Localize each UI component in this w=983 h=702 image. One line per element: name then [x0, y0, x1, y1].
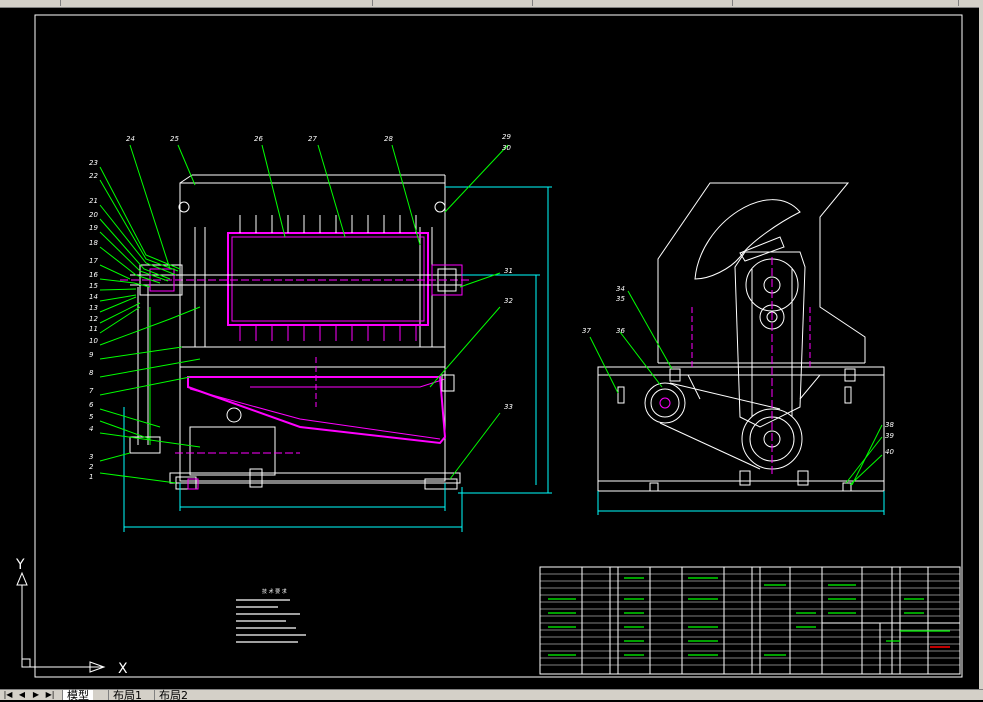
callout-label: 6: [89, 401, 94, 409]
callout-label: 2: [89, 463, 94, 471]
callout-label: 22: [89, 172, 98, 180]
parts-list-table: [539, 566, 961, 675]
front-callouts: 24 25 26 27 28 29 30 31 32 33 23 22 21 2…: [89, 133, 513, 481]
callout-label: 32: [504, 297, 513, 305]
callout-label: 21: [89, 197, 98, 205]
callout-label: 1: [89, 473, 93, 481]
callout-label: 20: [89, 211, 98, 219]
callout-label: 19: [89, 224, 98, 232]
front-view: [120, 174, 552, 532]
callout-label: 17: [89, 257, 98, 265]
toolbar-segment[interactable]: [732, 0, 959, 6]
callout-label: 10: [89, 337, 98, 345]
tech-requirements-title: 技 术 要 求: [262, 588, 287, 595]
drawing-border: [34, 14, 963, 678]
side-view: [597, 182, 885, 515]
drawing-canvas[interactable]: 24 25 26 27 28 29 30 31 32 33 23 22 21 2…: [0, 7, 979, 689]
callout-label: 16: [89, 271, 98, 279]
callout-label: 28: [384, 135, 393, 143]
toolbar-segment[interactable]: [0, 0, 61, 6]
motor-part: [189, 426, 276, 476]
callout-label: 13: [89, 304, 98, 312]
callout-label: 11: [89, 325, 98, 333]
callout-label: 8: [89, 369, 94, 377]
vertical-scrollbar[interactable]: [979, 7, 983, 690]
tech-requirements: 技 术 要 求: [236, 588, 306, 643]
callout-label: 35: [616, 295, 625, 303]
housing-outline: [179, 182, 446, 482]
callout-label: 33: [504, 403, 513, 411]
toolbar-segment[interactable]: [60, 0, 373, 6]
callout-label: 34: [616, 285, 625, 293]
drum-part: [227, 232, 429, 326]
callout-label: 38: [885, 421, 894, 429]
callout-label: 36: [616, 327, 625, 335]
callout-label: 18: [89, 239, 98, 247]
ucs-x-label: X: [118, 661, 128, 677]
ucs-y-label: Y: [15, 557, 25, 573]
toolbar-segment[interactable]: [372, 0, 533, 6]
callout-label: 12: [89, 315, 98, 323]
callout-label: 23: [89, 159, 98, 167]
callout-label: 15: [89, 282, 98, 290]
callout-label: 31: [504, 267, 513, 275]
layout-tab-bar: |◀ ◀ ▶ ▶| 模型 布局1 布局2: [0, 689, 983, 701]
callout-label: 27: [308, 135, 317, 143]
callout-label: 25: [170, 135, 179, 143]
callout-label: 29: [502, 133, 511, 141]
callout-label: 26: [254, 135, 263, 143]
callout-label: 40: [885, 448, 894, 456]
side-leaders: [589, 290, 883, 486]
front-leaders: [99, 144, 509, 484]
callout-label: 4: [89, 425, 93, 433]
callout-label: 37: [582, 327, 591, 335]
toolbar-segment[interactable]: [532, 0, 733, 6]
callout-label: 9: [89, 351, 94, 359]
callout-label: 7: [89, 387, 94, 395]
callout-label: 30: [502, 144, 511, 152]
callout-label: 5: [89, 413, 94, 421]
callout-label: 14: [89, 293, 98, 301]
ucs-icon: [16, 571, 106, 673]
callout-label: 24: [126, 135, 135, 143]
callout-label: 39: [885, 432, 894, 440]
callout-label: 3: [89, 453, 93, 461]
